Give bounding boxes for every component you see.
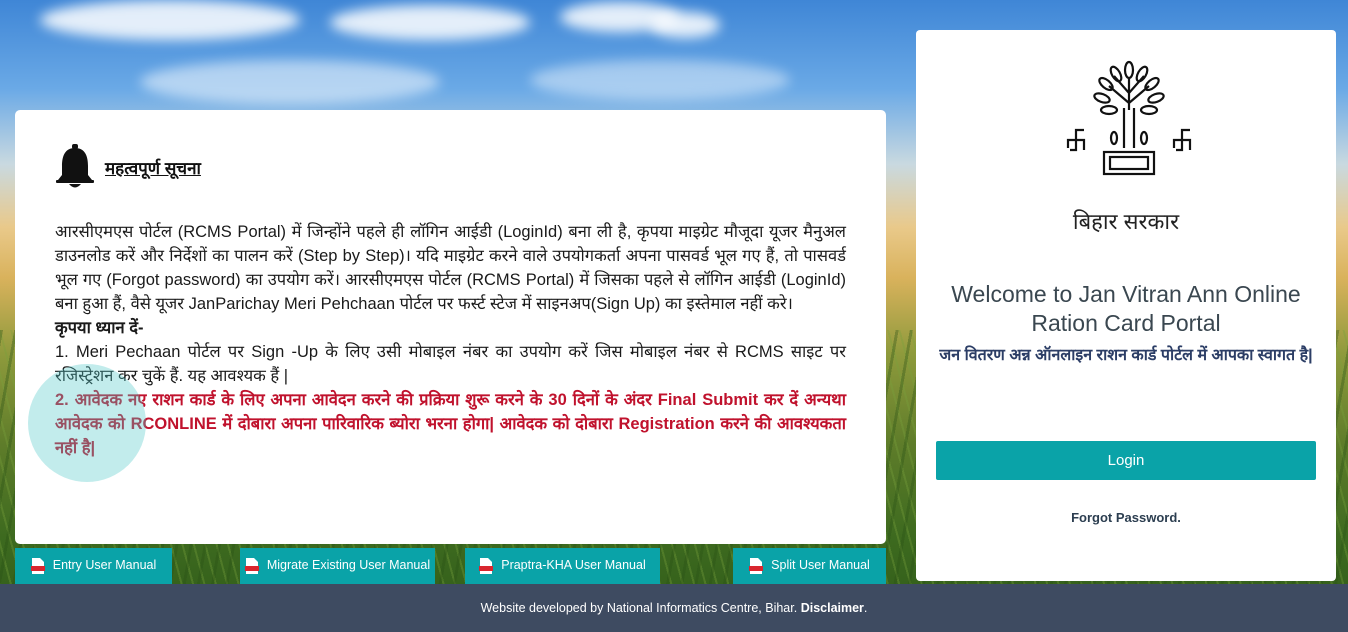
notice-body: आरसीएमएस पोर्टल (RCMS Portal) में जिन्हो… [55, 220, 846, 460]
footer: Website developed by National Informatic… [0, 584, 1348, 632]
bihar-government-emblem-icon [1066, 60, 1192, 176]
cloud-decoration [40, 0, 300, 40]
login-card: बिहार सरकार Welcome to Jan Vitran Ann On… [916, 30, 1336, 581]
footer-text: Website developed by National Informatic… [480, 601, 798, 615]
login-button[interactable]: Login [936, 441, 1316, 480]
cloud-decoration [330, 5, 530, 40]
entry-user-manual-button[interactable]: Entry User Manual [15, 548, 172, 584]
welcome-subheading-hindi: जन वितरण अन्न ऑनलाइन राशन कार्ड पोर्टल म… [939, 347, 1313, 364]
pdf-icon [244, 558, 259, 574]
split-user-manual-button[interactable]: Split User Manual [733, 548, 886, 584]
emblem-caption: बिहार सरकार [1072, 209, 1180, 234]
bell-icon [56, 144, 94, 188]
manual-label: Split User Manual [771, 558, 870, 572]
forgot-password-link[interactable]: Forgot Password. [916, 510, 1336, 525]
manual-buttons-row: Entry User Manual Migrate Existing User … [0, 548, 900, 584]
click-ripple-highlight [28, 364, 146, 482]
welcome-heading: Welcome to Jan Vitran Ann Online Ration … [951, 281, 1301, 336]
cloud-decoration [530, 60, 790, 100]
footer-end: . [863, 601, 868, 615]
notice-paragraph: आरसीएमएस पोर्टल (RCMS Portal) में जिन्हो… [55, 223, 846, 313]
pdf-icon [30, 558, 45, 574]
notice-title: महत्वपूर्ण सूचना [105, 158, 201, 178]
pdf-icon [749, 558, 764, 574]
manual-label: Entry User Manual [52, 558, 157, 572]
cloud-decoration [650, 12, 720, 38]
notice-point-1: 1. Meri Pechaan पोर्टल पर Sign -Up के लि… [55, 343, 846, 385]
pdf-icon [479, 558, 494, 574]
notice-header: महत्वपूर्ण सूचना [55, 144, 846, 190]
migrate-existing-user-manual-button[interactable]: Migrate Existing User Manual [240, 548, 435, 584]
manual-label: Migrate Existing User Manual [266, 558, 431, 572]
praptra-kha-user-manual-button[interactable]: Praptra-KHA User Manual [465, 548, 660, 584]
cloud-decoration [140, 60, 440, 104]
notice-panel: महत्वपूर्ण सूचना आरसीएमएस पोर्टल (RCMS P… [15, 110, 886, 544]
manual-label: Praptra-KHA User Manual [501, 558, 646, 572]
attention-label: कृपया ध्यान दें- [55, 319, 144, 337]
disclaimer-link[interactable]: Disclaimer [801, 601, 864, 615]
notice-point-2: 2. आवेदक नए राशन कार्ड के लिए अपना आवेदन… [55, 391, 846, 457]
